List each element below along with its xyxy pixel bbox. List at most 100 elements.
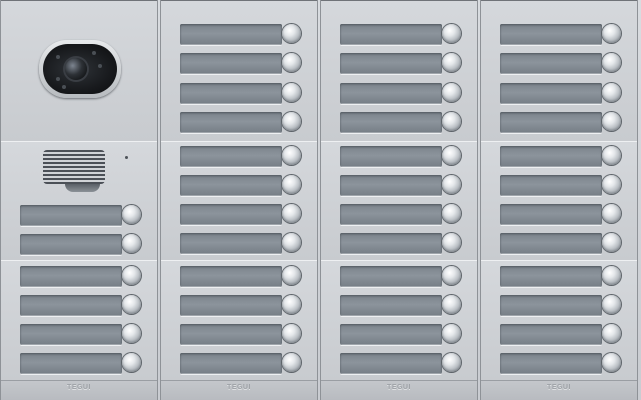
call-row[interactable] <box>20 324 143 345</box>
call-row[interactable] <box>180 53 303 74</box>
call-row[interactable] <box>180 353 303 374</box>
call-row[interactable] <box>180 266 303 287</box>
call-button-icon[interactable] <box>602 83 621 102</box>
call-row[interactable] <box>180 83 303 104</box>
nameplate <box>340 324 442 345</box>
call-button-icon[interactable] <box>282 295 301 314</box>
call-row[interactable] <box>340 24 463 45</box>
call-row[interactable] <box>20 295 143 316</box>
call-button-icon[interactable] <box>122 295 141 314</box>
call-button-icon[interactable] <box>282 204 301 223</box>
call-row[interactable] <box>20 353 143 374</box>
call-button-icon[interactable] <box>282 24 301 43</box>
call-row[interactable] <box>180 146 303 167</box>
call-row[interactable] <box>500 175 623 196</box>
brand-logo: TEGUI <box>387 384 411 391</box>
call-button-icon[interactable] <box>282 146 301 165</box>
call-button-icon[interactable] <box>282 324 301 343</box>
call-row[interactable] <box>20 266 143 287</box>
nameplate <box>20 295 122 316</box>
call-button-icon[interactable] <box>282 83 301 102</box>
call-button-icon[interactable] <box>602 295 621 314</box>
nameplate <box>340 146 442 167</box>
call-row[interactable] <box>500 233 623 254</box>
call-button-icon[interactable] <box>442 112 461 131</box>
call-row[interactable] <box>340 83 463 104</box>
call-row[interactable] <box>180 324 303 345</box>
call-button-icon[interactable] <box>122 353 141 372</box>
call-row[interactable] <box>340 53 463 74</box>
call-button-icon[interactable] <box>602 53 621 72</box>
call-button-icon[interactable] <box>122 324 141 343</box>
call-row[interactable] <box>340 146 463 167</box>
call-button-icon[interactable] <box>442 266 461 285</box>
call-button-icon[interactable] <box>602 24 621 43</box>
call-button-icon[interactable] <box>602 204 621 223</box>
nameplate <box>20 266 122 287</box>
call-row[interactable] <box>500 324 623 345</box>
call-row[interactable] <box>340 266 463 287</box>
call-row[interactable] <box>500 146 623 167</box>
call-button-icon[interactable] <box>442 295 461 314</box>
call-button-icon[interactable] <box>442 204 461 223</box>
call-row[interactable] <box>500 266 623 287</box>
call-row[interactable] <box>180 204 303 225</box>
button-module <box>481 141 637 261</box>
call-row[interactable] <box>500 353 623 374</box>
call-row[interactable] <box>340 175 463 196</box>
button-module <box>321 0 477 142</box>
call-row[interactable] <box>500 204 623 225</box>
call-row[interactable] <box>500 295 623 316</box>
button-module <box>481 0 637 142</box>
call-row[interactable] <box>20 205 143 226</box>
call-button-icon[interactable] <box>282 266 301 285</box>
call-button-icon[interactable] <box>602 146 621 165</box>
call-row[interactable] <box>500 83 623 104</box>
call-button-icon[interactable] <box>602 353 621 372</box>
call-button-icon[interactable] <box>602 266 621 285</box>
call-row[interactable] <box>180 24 303 45</box>
call-button-icon[interactable] <box>282 233 301 252</box>
call-button-icon[interactable] <box>282 53 301 72</box>
call-button-icon[interactable] <box>602 233 621 252</box>
panel-footer: TEGUI <box>1 380 157 400</box>
call-button-icon[interactable] <box>442 146 461 165</box>
call-row[interactable] <box>180 175 303 196</box>
call-button-icon[interactable] <box>602 175 621 194</box>
call-button-icon[interactable] <box>282 175 301 194</box>
call-button-icon[interactable] <box>442 53 461 72</box>
call-button-icon[interactable] <box>442 175 461 194</box>
call-row[interactable] <box>180 295 303 316</box>
call-button-icon[interactable] <box>442 83 461 102</box>
nameplate <box>340 266 442 287</box>
nameplate <box>340 53 442 74</box>
ir-led-icon <box>92 51 96 55</box>
call-button-icon[interactable] <box>602 112 621 131</box>
call-button-icon[interactable] <box>442 233 461 252</box>
call-button-icon[interactable] <box>122 234 141 253</box>
nameplate <box>180 204 282 225</box>
call-button-icon[interactable] <box>282 112 301 131</box>
call-row[interactable] <box>340 353 463 374</box>
button-module <box>321 260 477 381</box>
call-button-icon[interactable] <box>442 353 461 372</box>
nameplate <box>500 324 602 345</box>
call-row[interactable] <box>500 53 623 74</box>
call-button-icon[interactable] <box>442 324 461 343</box>
call-row[interactable] <box>500 24 623 45</box>
call-button-icon[interactable] <box>442 24 461 43</box>
call-button-icon[interactable] <box>122 266 141 285</box>
call-row[interactable] <box>340 295 463 316</box>
call-row[interactable] <box>500 112 623 133</box>
call-button-icon[interactable] <box>122 205 141 224</box>
call-row[interactable] <box>340 204 463 225</box>
call-row[interactable] <box>180 233 303 254</box>
call-row[interactable] <box>340 324 463 345</box>
call-row[interactable] <box>340 112 463 133</box>
call-button-icon[interactable] <box>602 324 621 343</box>
call-button-icon[interactable] <box>282 353 301 372</box>
call-row[interactable] <box>180 112 303 133</box>
nameplate <box>340 112 442 133</box>
call-row[interactable] <box>340 233 463 254</box>
call-row[interactable] <box>20 234 143 255</box>
